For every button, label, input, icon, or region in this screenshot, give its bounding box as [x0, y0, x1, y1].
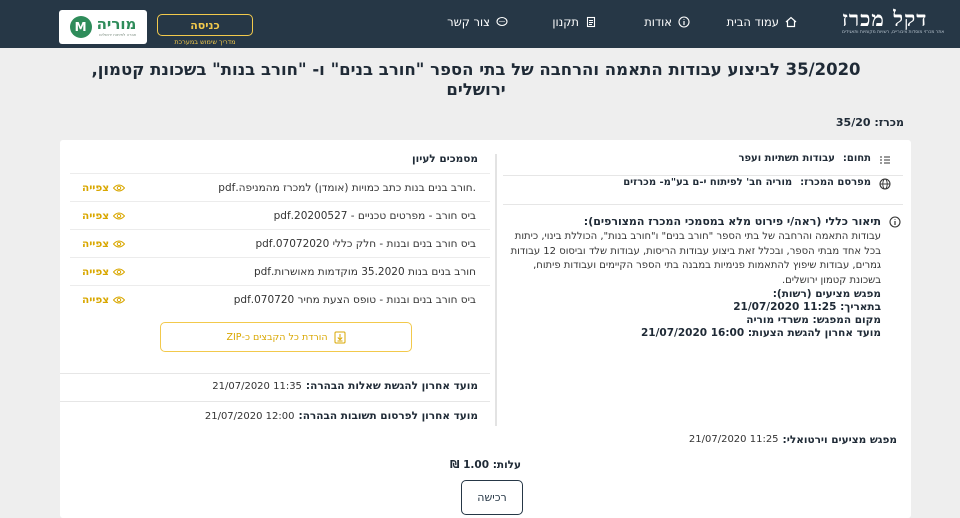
document-row: חורב בנים בנות 35.2020 מוקדמות מאושרות.p…	[70, 257, 490, 285]
moria-tagline: חברה לפיתוח ירושלים	[99, 32, 137, 37]
field-row: תחום: עבודות תשתיות ועפר	[501, 140, 911, 166]
document-name[interactable]: .חורב בנים בנות כתב כמויות (אומדן) למכרז…	[218, 182, 476, 194]
document-row: ביס חורב בנים ובנות - טופס הצעת מחיר 070…	[70, 285, 490, 313]
nav-home-label: עמוד הבית	[726, 15, 779, 29]
globe-icon	[879, 178, 891, 190]
questions-deadline-label: מועד אחרון להגשת שאלות הבהרה:	[305, 380, 478, 392]
meeting-place: מקום המפגש: משרדי מוריה	[746, 314, 881, 326]
divider	[60, 401, 490, 402]
questions-deadline-row: מועד אחרון להגשת שאלות הבהרה: 11:35 21/0…	[70, 380, 490, 392]
eye-icon	[113, 268, 126, 275]
eye-icon	[113, 212, 126, 219]
page-title: 35/2020 לביצוע עבודות התאמה והרחבה של בת…	[91, 60, 861, 99]
document-row: ביס חורב - מפרטים טכניים - 20200527.pdf …	[70, 201, 490, 229]
document-name[interactable]: ביס חורב בנים ובנות - חלק כללי 07072020.…	[255, 238, 476, 250]
nav-terms[interactable]: תקנון	[552, 15, 597, 29]
download-zip-label: הורדת כל הקבצים כ-ZIP	[226, 331, 328, 343]
document-row: .חורב בנים בנות כתב כמויות (אומדן) למכרז…	[70, 173, 490, 201]
virtual-meeting-label: מפגש מציעים וירטואלי:	[782, 434, 897, 446]
view-document-link[interactable]: צפייה	[82, 265, 126, 278]
meeting-date: בתאריך: 11:25 21/07/2020	[733, 301, 881, 313]
eye-icon	[113, 296, 126, 303]
nav-contact[interactable]: צור קשר	[447, 15, 508, 29]
view-document-link[interactable]: צפייה	[82, 209, 126, 222]
divider	[503, 204, 903, 205]
documents-list: .חורב בנים בנות כתב כמויות (אומדן) למכרז…	[70, 173, 490, 313]
view-document-link[interactable]: צפייה	[82, 293, 126, 306]
eye-icon	[113, 240, 126, 247]
tender-label: מכרז:	[874, 116, 904, 129]
field-value: עבודות תשתיות ועפר	[738, 153, 835, 164]
divider	[60, 373, 490, 374]
home-icon	[785, 16, 797, 28]
info-icon	[678, 16, 690, 28]
info-icon	[889, 216, 901, 228]
virtual-meeting-row: מפגש מציעים וירטואלי: 11:25 21/07/2020	[689, 434, 897, 446]
nav-about[interactable]: אודות	[644, 15, 690, 29]
column-divider	[495, 154, 497, 426]
brand-logo[interactable]: דקל מכרז אתר מכרזי מוסדות ציבוריים, רשוי…	[842, 8, 946, 38]
virtual-meeting-value: 11:25 21/07/2020	[688, 434, 779, 445]
top-navbar: דקל מכרז אתר מכרזי מוסדות ציבוריים, רשוי…	[0, 0, 960, 48]
description-text: עבודות התאמה והרחבה של בתי הספר "חורב בנ…	[510, 231, 881, 286]
brand-subtitle: אתר מכרזי מוסדות ציבוריים, רשויות מקומיו…	[842, 30, 945, 35]
tender-number-line: מכרז: 35/20	[836, 116, 904, 129]
view-label: צפייה	[82, 181, 110, 194]
tender-card: תחום: עבודות תשתיות ועפר מפרסם המכרז: מו…	[60, 140, 911, 518]
field-label: תחום:	[842, 153, 871, 164]
login-area: כניסה מדריך שימוש במערכת	[157, 14, 253, 46]
download-icon	[334, 331, 346, 343]
answers-deadline-row: מועד אחרון לפרסום תשובות הבהרה: 12:00 21…	[70, 410, 490, 422]
view-label: צפייה	[82, 265, 110, 278]
questions-deadline-value: 11:35 21/07/2020	[212, 380, 302, 392]
moria-name: מוריה	[96, 15, 137, 33]
purchase-button[interactable]: רכישה	[461, 480, 523, 515]
documents-heading: מסמכים לעיון	[412, 153, 478, 165]
meeting-title: מפגש מציעים (רשות):	[772, 288, 881, 300]
divider	[503, 175, 903, 176]
nav-home[interactable]: עמוד הבית	[727, 15, 797, 29]
nav-contact-label: צור קשר	[447, 15, 490, 29]
submission-deadline: מועד אחרון להגשת הצעות: 16:00 21/07/2020	[640, 327, 881, 339]
tender-number: 35/20	[835, 116, 871, 129]
user-guide-link[interactable]: מדריך שימוש במערכת	[157, 38, 253, 46]
tender-details: תחום: עבודות תשתיות ועפר מפרסם המכרז: מו…	[501, 140, 911, 339]
description-title: תיאור כללי (ראה/י פירוט מלא במסמכי המכרז…	[583, 215, 881, 228]
publisher-label: מפרסם המכרז:	[800, 177, 871, 188]
brand-name: דקל מכרז	[842, 6, 928, 31]
tender-cost: עלות: 1.00 ₪	[449, 459, 522, 471]
nav-about-label: אודות	[644, 15, 672, 29]
moria-badge-icon: M	[69, 16, 92, 38]
nav-terms-label: תקנון	[552, 15, 579, 29]
document-name[interactable]: חורב בנים בנות 35.2020 מוקדמות מאושרות.p…	[254, 266, 476, 278]
view-label: צפייה	[82, 293, 110, 306]
list-icon	[880, 156, 890, 164]
eye-icon	[113, 184, 126, 191]
view-label: צפייה	[82, 209, 110, 222]
download-zip-button[interactable]: הורדת כל הקבצים כ-ZIP	[160, 322, 412, 352]
chat-icon	[496, 16, 508, 27]
description-block: תיאור כללי (ראה/י פירוט מלא במסמכי המכרז…	[501, 214, 901, 340]
document-name[interactable]: ביס חורב בנים ובנות - טופס הצעת מחיר 070…	[234, 294, 476, 306]
answers-deadline-label: מועד אחרון לפרסום תשובות הבהרה:	[298, 410, 479, 422]
answers-deadline-value: 12:00 21/07/2020	[204, 410, 295, 422]
moria-logo[interactable]: מוריה חברה לפיתוח ירושלים M	[59, 10, 147, 44]
document-row: ביס חורב בנים ובנות - חלק כללי 07072020.…	[70, 229, 490, 257]
login-button[interactable]: כניסה	[157, 14, 253, 36]
document-icon	[586, 16, 596, 28]
view-document-link[interactable]: צפייה	[82, 237, 126, 250]
publisher-row: מפרסם המכרז: מוריה חב' לפיתוח י-ם בע"מ- …	[501, 166, 911, 190]
view-label: צפייה	[82, 237, 110, 250]
view-document-link[interactable]: צפייה	[82, 181, 126, 194]
publisher-value: מוריה חב' לפיתוח י-ם בע"מ- מכרזים	[623, 177, 793, 188]
document-name[interactable]: ביס חורב - מפרטים טכניים - 20200527.pdf	[274, 210, 476, 222]
